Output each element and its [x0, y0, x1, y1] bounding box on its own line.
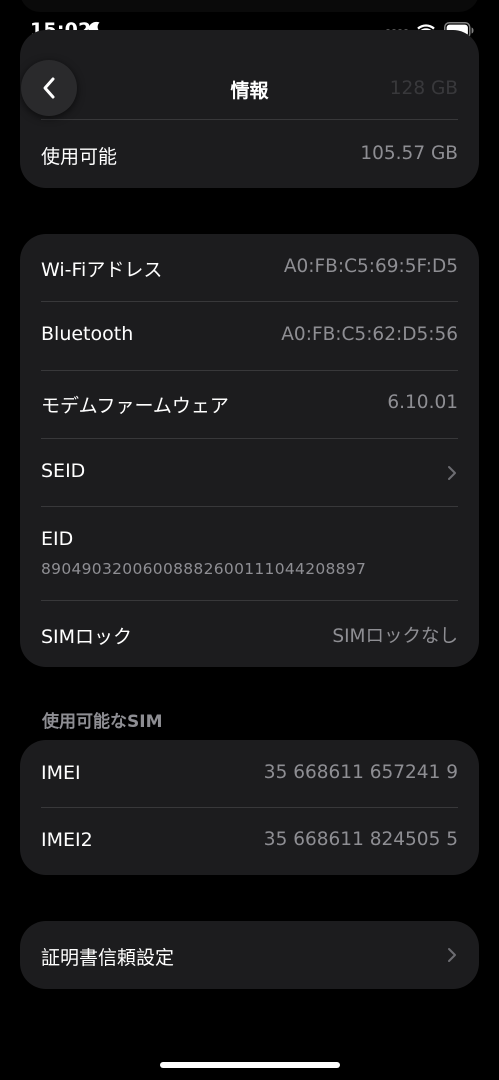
wifi-address-label: Wi-Fiアドレス: [41, 259, 163, 281]
sim-lock-value: SIMロックなし: [332, 626, 458, 647]
sim-lock-row: SIMロック SIMロックなし: [20, 601, 479, 667]
network-group: Wi-Fiアドレス A0:FB:C5:69:5F:D5 Bluetooth A0…: [20, 234, 479, 667]
chevron-right-icon: [448, 466, 456, 480]
imei2-value: 35 668611 824505 5: [263, 829, 458, 850]
seid-row[interactable]: SEID: [20, 439, 479, 506]
modem-firmware-value: 6.10.01: [387, 392, 458, 413]
modem-firmware-row: モデムファームウェア 6.10.01: [20, 371, 479, 438]
wifi-address-row: Wi-Fiアドレス A0:FB:C5:69:5F:D5: [20, 234, 479, 301]
modem-firmware-label: モデムファームウェア: [41, 395, 229, 417]
bluetooth-value: A0:FB:C5:62:D5:56: [281, 324, 458, 345]
bluetooth-label: Bluetooth: [41, 323, 134, 345]
available-row: 使用可能 105.57 GB: [20, 120, 479, 188]
imei2-row: IMEI2 35 668611 824505 5: [20, 808, 479, 875]
sim-group: IMEI 35 668611 657241 9 IMEI2 35 668611 …: [20, 740, 479, 875]
section-header-available-sim: 使用可能なSIM: [42, 712, 163, 732]
available-label: 使用可能: [41, 146, 118, 168]
chevron-right-icon: [448, 948, 456, 962]
bluetooth-row: Bluetooth A0:FB:C5:62:D5:56: [20, 302, 479, 370]
available-value: 105.57 GB: [360, 143, 458, 164]
certificate-trust-label: 証明書信頼設定: [41, 947, 175, 969]
sim-lock-label: SIMロック: [41, 626, 133, 648]
page-title: 情報: [230, 80, 269, 102]
imei-label: IMEI: [41, 762, 81, 784]
wifi-address-value: A0:FB:C5:69:5F:D5: [283, 256, 458, 277]
imei2-label: IMEI2: [41, 829, 93, 851]
storage-group: 128 GB 使用可能 105.57 GB: [20, 30, 479, 188]
eid-label: EID: [41, 528, 74, 550]
home-indicator[interactable]: [160, 1062, 340, 1068]
imei-row: IMEI 35 668611 657241 9: [20, 740, 479, 807]
eid-row: EID 89049032006008882600111044208897: [20, 507, 479, 600]
certificate-trust-row[interactable]: 証明書信頼設定: [20, 921, 479, 989]
imei-value: 35 668611 657241 9: [263, 762, 458, 783]
eid-value: 89049032006008882600111044208897: [41, 560, 367, 578]
seid-label: SEID: [41, 460, 86, 482]
certificate-trust-group: 証明書信頼設定: [20, 921, 479, 989]
